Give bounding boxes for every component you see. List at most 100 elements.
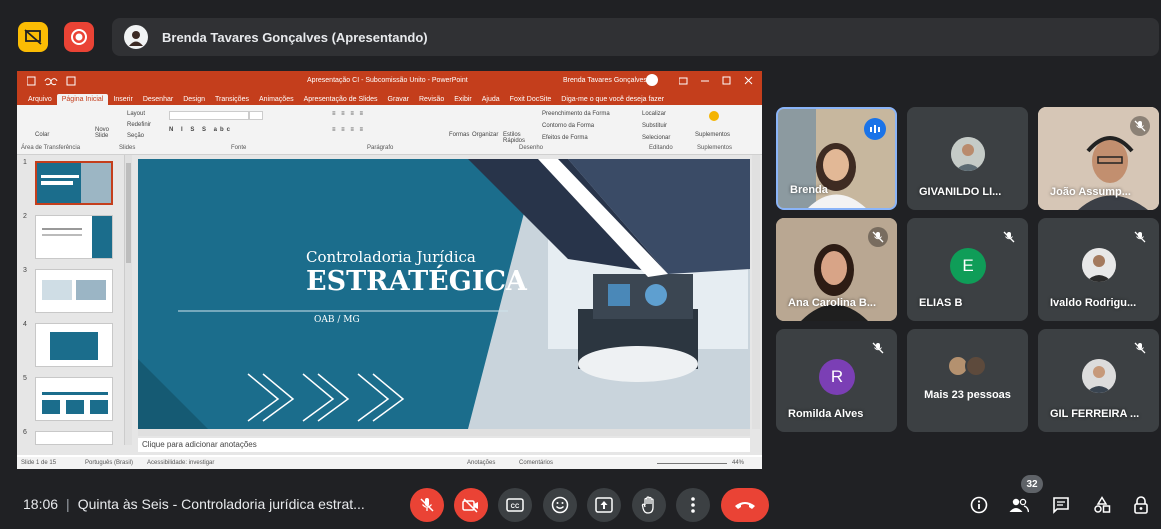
mic-muted-indicator: [1130, 116, 1150, 136]
slide-thumbnail-4[interactable]: [35, 323, 113, 367]
slide-thumbnail-5[interactable]: [35, 377, 113, 421]
tab-desenhar[interactable]: Desenhar: [138, 96, 178, 105]
layout-button[interactable]: Layout: [127, 111, 145, 117]
meeting-info: 18:06 | Quinta às Seis - Controladoria jur…: [23, 496, 365, 512]
camera-toggle-button[interactable]: [454, 488, 488, 522]
participant-count-badge: 32: [1021, 475, 1043, 493]
slide-scrollbar[interactable]: [752, 155, 760, 429]
participant-tile[interactable]: GIVANILDO LI...: [907, 107, 1028, 210]
status-bar: Slide 1 de 15 Português (Brasil) Acessib…: [17, 457, 762, 469]
group-editing: Editando: [649, 145, 673, 151]
participant-tile[interactable]: Ana Carolina B...: [776, 218, 897, 321]
slide-thumbnail-2[interactable]: [35, 215, 113, 259]
tab-foxit[interactable]: Foxit DocSite: [505, 96, 557, 105]
paragraph-buttons[interactable]: ≡ ≡ ≡ ≡: [332, 111, 365, 117]
find-button[interactable]: Localizar: [642, 111, 666, 117]
tab-transicoes[interactable]: Transições: [210, 96, 254, 105]
tab-gravar[interactable]: Gravar: [383, 96, 414, 105]
font-select[interactable]: [169, 111, 249, 120]
leave-call-button[interactable]: [721, 488, 769, 522]
shape-fill-button[interactable]: Preenchimento da Forma: [542, 111, 610, 117]
participant-tile[interactable]: R Romilda Alves: [776, 329, 897, 432]
mic-off-icon: [1003, 231, 1015, 243]
captions-button[interactable]: CC: [498, 488, 532, 522]
tab-ajuda[interactable]: Ajuda: [477, 96, 505, 105]
select-button[interactable]: Selecionar: [642, 135, 670, 141]
bottom-bar: 18:06 | Quinta às Seis - Controladoria jur…: [0, 475, 1161, 529]
hand-icon: [641, 496, 654, 514]
slide-thumbnail-1[interactable]: [35, 161, 113, 205]
replace-button[interactable]: Substituir: [642, 123, 667, 129]
presenter-avatar: [124, 25, 148, 49]
avatar: R: [819, 359, 855, 395]
recording-button[interactable]: [64, 22, 94, 52]
addins-button[interactable]: Suplementos: [695, 132, 730, 138]
more-participants-label: Mais 23 pessoas: [924, 389, 1011, 401]
user-photo-icon: [1082, 248, 1116, 282]
shapes-button[interactable]: Formas: [449, 132, 469, 138]
presentation-mode-button[interactable]: [18, 22, 48, 52]
user-avatar-icon: [646, 74, 658, 86]
more-options-button[interactable]: [676, 488, 710, 522]
host-controls-button[interactable]: [1128, 492, 1154, 518]
zoom-slider[interactable]: [657, 463, 727, 464]
people-button[interactable]: [1006, 492, 1032, 518]
font-size-select[interactable]: [249, 111, 263, 120]
present-screen-icon: [595, 497, 613, 513]
quick-styles-button[interactable]: Estilos Rápidos: [503, 132, 529, 144]
new-slide-button[interactable]: Novo Slide: [95, 127, 115, 139]
alignment-buttons[interactable]: ≡ ≡ ≡ ≡: [332, 127, 365, 133]
activities-button[interactable]: [1089, 492, 1115, 518]
slide-thumbnail-6[interactable]: [35, 431, 113, 445]
font-format-buttons[interactable]: N I S S abc: [169, 127, 233, 133]
thumbnail-scrollbar[interactable]: [124, 155, 132, 445]
raise-hand-button[interactable]: [632, 488, 666, 522]
tab-animacoes[interactable]: Animações: [254, 96, 299, 105]
group-drawing: Desenho: [519, 145, 544, 151]
slide-number: 5: [23, 375, 27, 382]
horizontal-scrollbar[interactable]: [138, 429, 750, 436]
paste-button[interactable]: Colar: [35, 132, 49, 138]
reset-button[interactable]: Redefinir: [127, 122, 151, 128]
shape-outline-button[interactable]: Contorno da Forma: [542, 123, 594, 129]
mic-toggle-button[interactable]: [410, 488, 444, 522]
tab-design[interactable]: Design: [178, 96, 210, 105]
presenter-banner: Brenda Tavares Gonçalves (Apresentando): [112, 18, 1159, 56]
section-button[interactable]: Seção: [127, 133, 144, 139]
participant-tile[interactable]: E ELIAS B: [907, 218, 1028, 321]
present-button[interactable]: [587, 488, 621, 522]
notes-toggle[interactable]: Anotações: [467, 460, 495, 466]
arrange-button[interactable]: Organizar: [472, 132, 498, 138]
participant-tile[interactable]: João Assump...: [1038, 107, 1159, 210]
tab-revisao[interactable]: Revisão: [414, 96, 449, 105]
tab-exibir[interactable]: Exibir: [449, 96, 477, 105]
audio-level-icon: [870, 125, 880, 133]
tab-arquivo[interactable]: Arquivo: [23, 96, 57, 105]
chat-button[interactable]: [1048, 492, 1074, 518]
slide-thumbnail-3[interactable]: [35, 269, 113, 313]
tell-me-search[interactable]: Diga-me o que você deseja fazer: [556, 96, 669, 105]
current-slide[interactable]: Controladoria Jurídica ESTRATÉGICA OAB /…: [138, 159, 750, 429]
window-title: Apresentação CI - Subcomissão Unito - Po…: [307, 77, 468, 84]
mic-off-icon: [420, 498, 434, 512]
comments-toggle[interactable]: Comentários: [519, 460, 553, 466]
tab-inserir[interactable]: Inserir: [108, 96, 137, 105]
svg-text:CC: CC: [511, 504, 520, 510]
zoom-level: 44%: [732, 460, 745, 466]
avatar: [1082, 248, 1116, 282]
tab-apresentacao[interactable]: Apresentação de Slides: [299, 96, 383, 105]
reactions-button[interactable]: [543, 488, 577, 522]
group-paragraph: Parágrafo: [367, 145, 394, 151]
participant-tile[interactable]: Ivaldo Rodrigu...: [1038, 218, 1159, 321]
tab-pagina-inicial[interactable]: Página Inicial: [56, 94, 109, 105]
participant-tile[interactable]: Brenda: [776, 107, 897, 210]
accessibility-status[interactable]: Acessibilidade: investigar: [147, 460, 214, 466]
shape-effects-button[interactable]: Efeitos de Forma: [542, 135, 588, 141]
more-participants-tile[interactable]: Mais 23 pessoas: [907, 329, 1028, 432]
shared-screen: Apresentação CI - Subcomissão Unito - Po…: [17, 71, 762, 469]
notes-pane[interactable]: Clique para adicionar anotações: [138, 438, 750, 452]
window-controls-icon[interactable]: [679, 75, 759, 87]
participant-tile[interactable]: GIL FERREIRA ...: [1038, 329, 1159, 432]
mic-muted-indicator: [1130, 227, 1150, 247]
meeting-details-button[interactable]: [966, 492, 992, 518]
